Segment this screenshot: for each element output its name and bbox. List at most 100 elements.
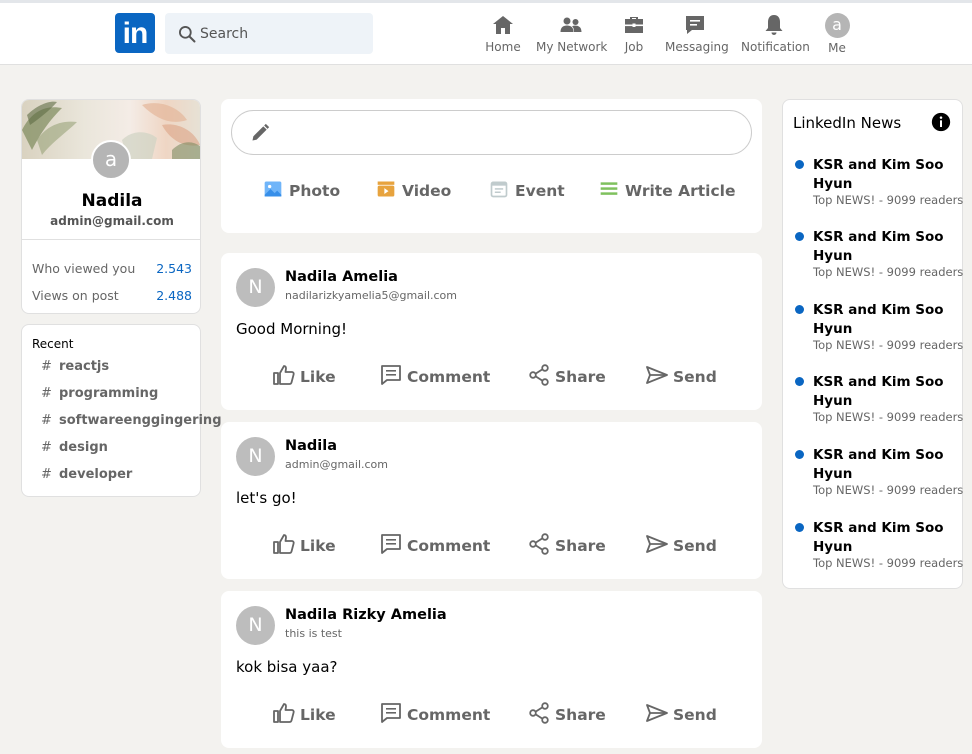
share-icon — [529, 533, 549, 555]
send-label: Send — [673, 706, 717, 724]
recent-item[interactable]: # programming — [41, 386, 158, 401]
share-video-label: Video — [402, 182, 452, 200]
nav-notification[interactable]: Notification — [741, 13, 810, 59]
news-item[interactable]: KSR and Kim Soo Hyun Top NEWS! - 9099 re… — [795, 519, 963, 570]
bell-icon — [765, 15, 783, 35]
comment-button[interactable]: Comment — [379, 532, 490, 556]
nav-job-label: Job — [624, 40, 644, 54]
share-label: Share — [555, 368, 606, 386]
profile-email: admin@gmail.com — [50, 214, 174, 228]
search-input[interactable] — [200, 13, 365, 54]
post-message: let's go! — [236, 489, 297, 507]
post-author-name[interactable]: Nadila — [285, 438, 337, 454]
profile-name[interactable]: Nadila — [22, 191, 200, 211]
stat-label: Views on post — [32, 288, 119, 303]
nav-messaging[interactable]: Messaging — [665, 13, 729, 59]
news-item[interactable]: KSR and Kim Soo Hyun Top NEWS! - 9099 re… — [795, 446, 963, 497]
news-item[interactable]: KSR and Kim Soo Hyun Top NEWS! - 9099 re… — [795, 228, 964, 279]
hash-icon: # — [41, 440, 52, 455]
send-label: Send — [673, 368, 717, 386]
recent-item-label: design — [59, 440, 108, 455]
nav-job[interactable]: Job — [620, 13, 648, 59]
comment-label: Comment — [407, 706, 491, 724]
news-item[interactable]: KSR and Kim Soo Hyun Top NEWS! - 9099 re… — [795, 301, 964, 352]
info-icon[interactable] — [931, 112, 951, 132]
news-meta: Top NEWS! - 9099 readers — [813, 193, 964, 207]
comment-icon — [381, 365, 401, 385]
news-headline: KSR and Kim Soo Hyun — [813, 229, 944, 264]
recent-item[interactable]: # design — [41, 440, 108, 455]
post-avatar[interactable]: N — [236, 268, 275, 307]
recent-item-label: programming — [59, 386, 159, 401]
recent-item[interactable]: # softwareenggingering — [41, 413, 222, 428]
like-button[interactable]: Like — [272, 363, 336, 387]
post-message: kok bisa yaa? — [236, 658, 338, 676]
comment-button[interactable]: Comment — [379, 701, 490, 725]
share-video-button[interactable]: Video — [376, 179, 451, 200]
share-label: Share — [555, 537, 606, 555]
send-button[interactable]: Send — [645, 532, 717, 556]
bullet-icon — [795, 523, 804, 532]
share-write-article-label: Write Article — [625, 182, 736, 200]
news-meta: Top NEWS! - 9099 readers — [813, 410, 964, 424]
linkedin-logo[interactable]: in — [115, 13, 155, 53]
nav-my-network[interactable]: My Network — [536, 13, 607, 59]
news-meta: Top NEWS! - 9099 readers — [813, 338, 964, 352]
post-author-name[interactable]: Nadila Amelia — [285, 269, 398, 285]
comment-label: Comment — [407, 537, 491, 555]
news-item[interactable]: KSR and Kim Soo Hyun Top NEWS! - 9099 re… — [795, 156, 964, 207]
share-event-button[interactable]: Event — [489, 179, 565, 200]
share-button[interactable]: Share — [527, 701, 606, 725]
like-button[interactable]: Like — [272, 532, 336, 556]
bullet-icon — [795, 450, 804, 459]
share-icon — [529, 702, 549, 724]
post-avatar[interactable]: N — [236, 437, 275, 476]
thumbs-up-icon — [273, 365, 295, 385]
bullet-icon — [795, 377, 804, 386]
like-button[interactable]: Like — [272, 701, 336, 725]
stat-who-viewed[interactable]: Who viewed you 2.543 — [32, 261, 192, 276]
recent-item[interactable]: # reactjs — [41, 359, 109, 374]
news-item[interactable]: KSR and Kim Soo Hyun Top NEWS! - 9099 re… — [795, 373, 964, 424]
home-icon — [493, 16, 513, 34]
share-write-article-button[interactable]: Write Article — [599, 179, 735, 200]
news-meta: Top NEWS! - 9099 readers — [813, 265, 964, 279]
share-photo-button[interactable]: Photo — [263, 179, 340, 200]
news-headline: KSR and Kim Soo Hyun — [813, 302, 944, 337]
recent-card: Recent # reactjs # programming # softwareen… — [21, 324, 222, 497]
send-icon — [646, 366, 668, 384]
recent-item-label: developer — [59, 467, 133, 482]
share-button[interactable]: Share — [527, 532, 606, 556]
post-avatar[interactable]: N — [236, 606, 275, 645]
send-button[interactable]: Send — [645, 701, 717, 725]
hash-icon: # — [41, 467, 52, 482]
send-label: Send — [673, 537, 717, 555]
briefcase-icon — [625, 17, 643, 33]
search-bar[interactable] — [165, 13, 373, 54]
nav-me[interactable]: a Me — [822, 13, 852, 59]
post-card: N Nadila Rizky Amelia this is test kok b… — [221, 591, 762, 748]
messaging-icon — [686, 16, 704, 34]
comment-icon — [381, 534, 401, 554]
stat-label: Who viewed you — [32, 261, 136, 276]
stat-views-on-post[interactable]: Views on post 2.488 — [32, 288, 192, 303]
bullet-icon — [795, 160, 804, 169]
recent-item-label: softwareenggingering — [59, 413, 222, 428]
recent-item-label: reactjs — [59, 359, 110, 374]
nav-home[interactable]: Home — [484, 13, 522, 59]
recent-item[interactable]: # developer — [41, 467, 132, 482]
news-headline: KSR and Kim Soo Hyun — [813, 520, 944, 555]
news-card: LinkedIn News KSR and Kim Soo Hyun Top N… — [782, 99, 963, 589]
comment-label: Comment — [407, 368, 491, 386]
comment-button[interactable]: Comment — [379, 363, 490, 387]
comment-icon — [381, 703, 401, 723]
nav-messaging-label: Messaging — [665, 40, 729, 54]
share-button[interactable]: Share — [527, 363, 606, 387]
post-author-name[interactable]: Nadila Rizky Amelia — [285, 607, 447, 623]
like-label: Like — [300, 706, 336, 724]
post-input[interactable] — [231, 110, 752, 155]
profile-avatar[interactable]: a — [91, 140, 131, 180]
send-icon — [646, 535, 668, 553]
send-button[interactable]: Send — [645, 363, 717, 387]
nav-notification-label: Notification — [741, 40, 810, 54]
